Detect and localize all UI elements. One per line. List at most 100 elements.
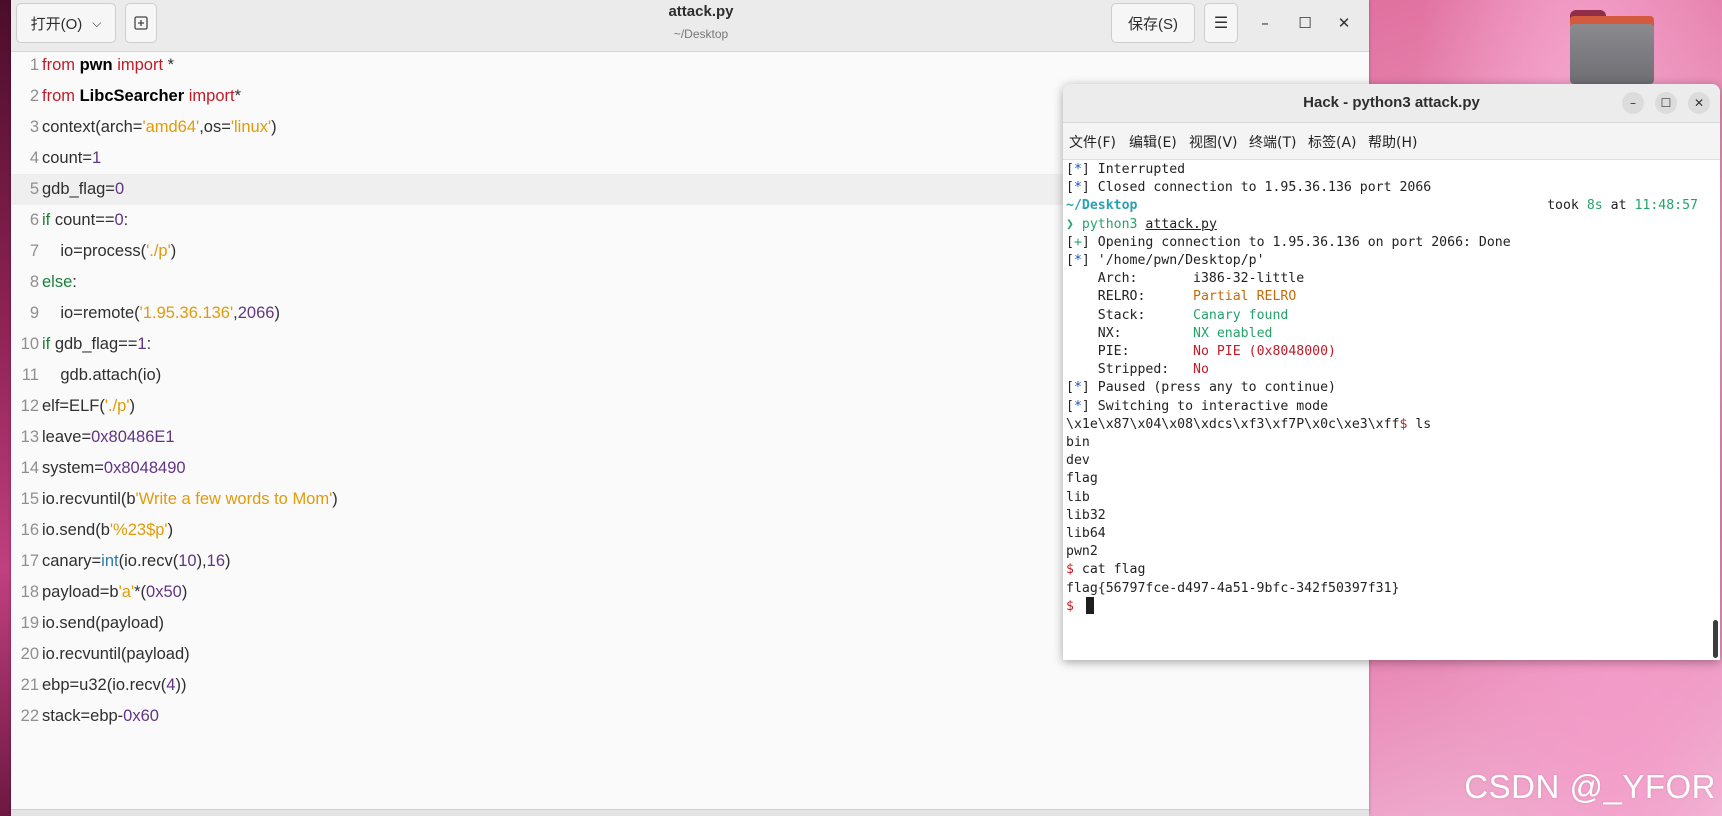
line-number: 9: [29, 304, 39, 322]
line-number: 4: [29, 149, 39, 167]
code-text: else:: [42, 267, 77, 298]
terminal-line: \x1e\x87\x04\x08\xdcs\xf3\xf7P\x0c\xe3\x…: [1066, 415, 1431, 435]
terminal-text: ] Switching to interactive mode: [1081, 398, 1329, 414]
terminal-menu-item[interactable]: 终端(T): [1249, 132, 1296, 152]
code-token: '1.95.36.136': [139, 304, 234, 322]
terminal-menu-item[interactable]: 视图(V): [1189, 132, 1238, 152]
code-line[interactable]: 21 ebp=u32(io.recv(4)): [11, 670, 1369, 701]
terminal-menu-item[interactable]: 文件(F): [1069, 132, 1116, 152]
minimize-icon: –: [1630, 96, 1636, 110]
line-number: 1: [29, 56, 39, 74]
code-text: gdb_flag=0: [42, 174, 124, 205]
duration-text: 8s: [1586, 198, 1603, 214]
line-number: 10: [20, 335, 39, 353]
watermark: CSDN @_YFOR: [1464, 768, 1716, 805]
code-token: ): [129, 397, 135, 415]
code-token: './p': [146, 242, 171, 260]
code-token: gdb_flag==: [50, 335, 138, 353]
code-token: ): [167, 521, 174, 539]
code-token: '%23$p': [109, 521, 168, 539]
code-token: ): [170, 242, 177, 260]
terminal-text: [: [1066, 162, 1074, 177]
terminal-line: Stack: Canary found: [1066, 306, 1289, 326]
code-text: ebp=u32(io.recv(4)): [42, 670, 186, 701]
terminal-text: [: [1066, 398, 1074, 414]
terminal-text: NX enabled: [1193, 325, 1273, 341]
terminal-maximize-button[interactable]: ☐: [1655, 92, 1677, 114]
terminal-text: pwn2: [1066, 544, 1098, 560]
code-token: io.recvuntil(b: [42, 490, 136, 508]
terminal-text: flag: [1066, 471, 1098, 487]
terminal-line: flag: [1066, 469, 1098, 489]
terminal-cursor: [1085, 597, 1094, 615]
terminal-text: RELRO:: [1066, 289, 1194, 305]
close-button[interactable]: ✕: [1331, 10, 1357, 36]
terminal-line: bin: [1066, 433, 1090, 453]
save-button-label: 保存(S): [1128, 15, 1178, 33]
terminal-text: lib64: [1066, 526, 1106, 541]
terminal-menu-item[interactable]: 编辑(E): [1129, 132, 1177, 152]
code-token: (io.recv(: [118, 552, 179, 570]
terminal-text: $: [1066, 562, 1074, 578]
code-token: :: [146, 335, 152, 353]
code-token: ,os=: [199, 118, 231, 136]
terminal-text: [: [1066, 180, 1074, 196]
code-line[interactable]: 1 from pwn import *: [11, 50, 1369, 81]
code-token: ): [274, 304, 280, 322]
terminal-text: attack.py: [1145, 216, 1217, 232]
terminal-text: \x1e\x87\x04\x08\xdcs\xf3\xf7P\x0c\xe3\x…: [1066, 416, 1400, 432]
close-icon: ✕: [1693, 96, 1705, 110]
maximize-button[interactable]: ☐: [1292, 10, 1318, 36]
code-token: stack=ebp-: [42, 707, 124, 725]
terminal-menu-item[interactable]: 帮助(H): [1368, 132, 1417, 152]
terminal-text: $: [1066, 598, 1074, 614]
hamburger-menu-button[interactable]: ☰: [1204, 3, 1238, 43]
terminal-minimize-button[interactable]: –: [1622, 92, 1644, 114]
code-token: 0x50: [146, 583, 182, 601]
terminal-text: dev: [1066, 453, 1090, 469]
code-token: int: [101, 552, 119, 570]
terminal-line: lib32: [1066, 506, 1106, 526]
terminal-line: [*] Switching to interactive mode: [1066, 397, 1328, 417]
terminal-menu-item[interactable]: 标签(A): [1308, 132, 1357, 152]
save-button[interactable]: 保存(S): [1111, 3, 1195, 43]
code-token: from: [42, 87, 75, 105]
terminal-line: flag{56797fce-d497-4a51-9bfc-342f50397f3…: [1066, 579, 1399, 599]
terminal-line: Stripped: No: [1066, 360, 1209, 380]
terminal-scrollbar[interactable]: [1713, 620, 1718, 658]
terminal-close-button[interactable]: ✕: [1688, 92, 1710, 114]
minimize-button[interactable]: –: [1252, 10, 1278, 36]
code-token: 0x60: [123, 707, 159, 725]
code-token: *(: [134, 583, 147, 601]
editor-headerbar: 打开(O) ⌵ attack.py ~/Desktop 保存(S) ☰ – ☐ …: [11, 0, 1369, 52]
duration-text: at: [1602, 198, 1635, 214]
code-line[interactable]: 22 stack=ebp-0x60: [11, 701, 1369, 732]
terminal-text: NX:: [1066, 325, 1194, 341]
code-token: if: [42, 211, 51, 229]
line-number: 18: [20, 583, 39, 601]
line-number: 19: [20, 614, 39, 632]
code-token: gdb.attach(io): [42, 366, 162, 384]
code-token: count==: [50, 211, 115, 229]
code-token: ): [332, 490, 338, 508]
terminal-text: Canary found: [1193, 307, 1289, 323]
code-token: :: [123, 211, 129, 229]
terminal-line: PIE: No PIE (0x8048000): [1066, 342, 1336, 362]
code-token: 2066: [237, 304, 275, 322]
code-token: *: [163, 56, 175, 74]
line-number: 7: [29, 242, 39, 260]
new-tab-button[interactable]: [125, 3, 157, 43]
terminal-line: lib64: [1066, 524, 1106, 544]
maximize-icon: ☐: [1660, 96, 1672, 110]
terminal-output[interactable]: [*] Interrupted [*] Closed connection to …: [1066, 160, 1706, 660]
terminal-text: ] Closed connection to 1.95.36.136 port …: [1081, 180, 1432, 196]
line-number: 20: [20, 645, 39, 663]
code-token: import: [188, 87, 235, 105]
desktop-folder-icon[interactable]: [1570, 10, 1654, 84]
code-token: )): [175, 676, 187, 694]
terminal-text: lib32: [1066, 507, 1106, 523]
open-button[interactable]: 打开(O) ⌵: [16, 3, 116, 43]
line-number: 21: [20, 676, 39, 694]
line-number: 22: [20, 707, 39, 725]
code-text: count=1: [42, 143, 101, 174]
